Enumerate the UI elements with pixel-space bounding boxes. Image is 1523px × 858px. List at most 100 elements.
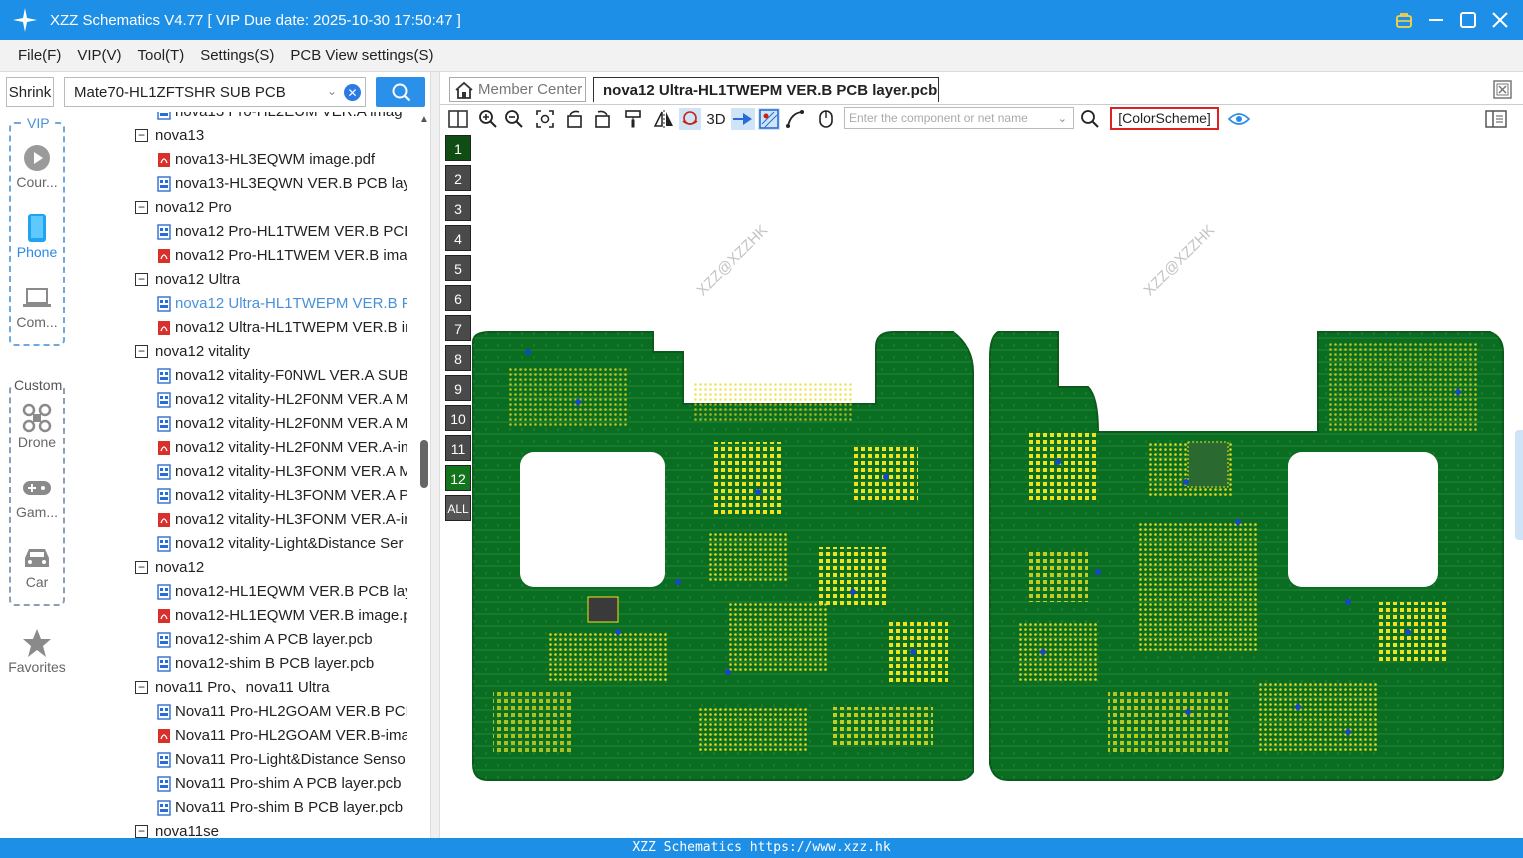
menu-settings[interactable]: Settings(S) bbox=[200, 47, 274, 64]
collapse-icon[interactable]: − bbox=[135, 129, 148, 142]
tree-group[interactable]: − nova12 Pro bbox=[74, 196, 414, 220]
collapse-icon[interactable]: − bbox=[135, 345, 148, 358]
rotate-left-icon[interactable] bbox=[564, 108, 586, 130]
pdf-file-icon bbox=[158, 441, 170, 455]
minimize-button[interactable] bbox=[1427, 11, 1445, 29]
split-view-icon[interactable] bbox=[447, 108, 469, 130]
custom-label: Custom bbox=[13, 377, 64, 393]
pcb-file-icon bbox=[157, 536, 171, 552]
trace-tool-icon[interactable] bbox=[784, 108, 806, 130]
nav-item-phone[interactable]: Phone bbox=[0, 212, 74, 260]
tree-file[interactable]: nova13-HL3EQWN VER.B PCB layer bbox=[74, 172, 414, 196]
tree-file[interactable]: nova12 vitality-HL3FONM VER.A-ir bbox=[74, 508, 414, 532]
search-button[interactable] bbox=[376, 77, 425, 107]
tree-file[interactable]: nova12-HL1EQWM VER.B PCB laye bbox=[74, 580, 414, 604]
menu-tool[interactable]: Tool(T) bbox=[138, 47, 185, 64]
pcb-select[interactable]: Mate70-HL1ZFTSHR SUB PCB ⌄ ✕ bbox=[64, 77, 366, 107]
nav-item-drone[interactable]: Drone bbox=[0, 402, 74, 450]
nav-item-course[interactable]: Cour... bbox=[0, 142, 74, 190]
side-panel-toggle-icon[interactable] bbox=[1484, 108, 1508, 130]
fit-view-icon[interactable] bbox=[534, 108, 556, 130]
collapse-icon[interactable]: − bbox=[135, 825, 148, 838]
collapse-icon[interactable]: − bbox=[135, 561, 148, 574]
nav-label: Favorites bbox=[8, 659, 66, 675]
rotate-right-icon[interactable] bbox=[591, 108, 613, 130]
tree-file[interactable]: nova12 vitality-HL2F0NM VER.A M bbox=[74, 388, 414, 412]
tab-member-center[interactable]: Member Center bbox=[449, 77, 586, 102]
right-panel-handle[interactable] bbox=[1515, 430, 1523, 540]
close-tabs-icon[interactable] bbox=[1493, 80, 1512, 99]
color-scheme-button[interactable]: [ColorScheme] bbox=[1110, 107, 1219, 130]
tree-group[interactable]: − nova11se bbox=[74, 820, 414, 838]
menu-file[interactable]: File(F) bbox=[18, 47, 61, 64]
collapse-icon[interactable]: − bbox=[135, 681, 148, 694]
tree-file[interactable]: nova12 vitality-HL2F0NM VER.A-im bbox=[74, 436, 414, 460]
vip-bag-icon[interactable] bbox=[1395, 11, 1413, 29]
eye-icon[interactable] bbox=[1227, 108, 1251, 130]
tree-file[interactable]: nova13-HL3EQWM image.pdf bbox=[74, 148, 414, 172]
layer-pattern-icon[interactable] bbox=[758, 108, 780, 130]
net-highlight-icon[interactable] bbox=[679, 108, 701, 130]
tree-file[interactable]: nova12 Ultra-HL1TWEPM VER.B im bbox=[74, 316, 414, 340]
scroll-up-icon[interactable]: ▲ bbox=[419, 114, 429, 125]
close-button[interactable] bbox=[1491, 11, 1509, 29]
tree-file[interactable]: Nova11 Pro-Light&Distance Senso bbox=[74, 748, 414, 772]
tree-group[interactable]: − nova11 Pro、nova11 Ultra bbox=[74, 676, 414, 700]
scroll-thumb[interactable] bbox=[420, 440, 428, 488]
tree-group[interactable]: − nova12 Ultra bbox=[74, 268, 414, 292]
panel-splitter[interactable] bbox=[430, 72, 440, 838]
tree-scrollbar[interactable]: ▲ bbox=[418, 112, 430, 838]
laptop-icon bbox=[0, 282, 74, 314]
tree-file[interactable]: nova12 vitality-HL3FONM VER.A M bbox=[74, 460, 414, 484]
tree-file[interactable]: nova12 vitality-Light&Distance Ser bbox=[74, 532, 414, 556]
clear-icon[interactable]: ✕ bbox=[344, 84, 361, 101]
collapse-icon[interactable]: − bbox=[135, 273, 148, 286]
pcb-drawing bbox=[472, 331, 1504, 781]
nav-label: Drone bbox=[17, 434, 57, 450]
zoom-out-icon[interactable] bbox=[503, 108, 525, 130]
maximize-button[interactable] bbox=[1459, 11, 1477, 29]
tree-file[interactable]: nova12 Ultra-HL1TWEPM VER.B PC bbox=[74, 292, 414, 316]
chevron-down-icon[interactable]: ⌄ bbox=[327, 84, 337, 98]
tree-file[interactable]: nova12-shim A PCB layer.pcb bbox=[74, 628, 414, 652]
nav-item-favorites[interactable]: Favorites bbox=[0, 627, 74, 675]
tree-file-label: Nova11 Pro-shim B PCB layer.pcb bbox=[175, 799, 404, 816]
tree-file[interactable]: Nova11 Pro-shim A PCB layer.pcb bbox=[74, 772, 414, 796]
collapse-icon[interactable]: − bbox=[135, 201, 148, 214]
tree-group[interactable]: − nova13 bbox=[74, 124, 414, 148]
zoom-in-icon[interactable] bbox=[477, 108, 499, 130]
tree-file-label: nova12 Pro-HL1TWEM VER.B PCB l bbox=[175, 223, 407, 240]
flip-icon[interactable] bbox=[653, 108, 675, 130]
nav-item-car[interactable]: Car bbox=[0, 542, 74, 590]
shrink-button[interactable]: Shrink bbox=[6, 77, 54, 107]
nav-label: Phone bbox=[16, 244, 58, 260]
tree-file[interactable]: Nova11 Pro-HL2GOAM VER.B-imag bbox=[74, 724, 414, 748]
tree-file[interactable]: Nova11 Pro-shim B PCB layer.pcb bbox=[74, 796, 414, 820]
pcb-canvas[interactable]: XZZ@XZZHK XZZ@XZZHK XZZ@XZZHK XZZ@XZZHK bbox=[468, 152, 1523, 792]
mouse-mode-icon[interactable] bbox=[815, 108, 837, 130]
menu-pcb-view-settings[interactable]: PCB View settings(S) bbox=[290, 47, 433, 64]
3d-view-button[interactable]: 3D bbox=[704, 108, 728, 130]
tree-file[interactable]: nova12 vitality-F0NWL VER.A SUB I bbox=[74, 364, 414, 388]
tree-file[interactable]: nova12-HL1EQWM VER.B image.p( bbox=[74, 604, 414, 628]
tree-file[interactable]: nova12-shim B PCB layer.pcb bbox=[74, 652, 414, 676]
component-search-icon[interactable] bbox=[1079, 108, 1101, 130]
tree-file[interactable]: nova12 vitality-HL3FONM VER.A P( bbox=[74, 484, 414, 508]
nav-item-game[interactable]: Gam... bbox=[0, 472, 74, 520]
tree-file[interactable]: Nova11 Pro-HL2GOAM VER.B PCB bbox=[74, 700, 414, 724]
tree-file[interactable]: nova12 Pro-HL1TWEM VER.B imag bbox=[74, 244, 414, 268]
component-search-input[interactable]: Enter the component or net name ⌄ bbox=[844, 107, 1074, 129]
format-brush-icon[interactable] bbox=[622, 108, 644, 130]
tree-file[interactable]: nova13 Pro-HL2EUM VER.A imag bbox=[74, 112, 414, 124]
tree-file[interactable]: nova12 Pro-HL1TWEM VER.B PCB l bbox=[74, 220, 414, 244]
tree-group[interactable]: − nova12 bbox=[74, 556, 414, 580]
tab-pcb-file[interactable]: nova12 Ultra-HL1TWEPM VER.B PCB layer.pc… bbox=[593, 77, 939, 102]
tree-file[interactable]: nova12 vitality-HL2F0NM VER.A M bbox=[74, 412, 414, 436]
tree-group[interactable]: − nova12 vitality bbox=[74, 340, 414, 364]
left-nav: VIP Custom Cour... Phone Com... Drone Ga… bbox=[0, 112, 74, 838]
menu-vip[interactable]: VIP(V) bbox=[77, 47, 121, 64]
pdf-file-icon bbox=[158, 513, 170, 527]
chevron-down-icon[interactable]: ⌄ bbox=[1058, 109, 1067, 129]
nav-item-computer[interactable]: Com... bbox=[0, 282, 74, 330]
probe-icon[interactable] bbox=[731, 108, 755, 130]
